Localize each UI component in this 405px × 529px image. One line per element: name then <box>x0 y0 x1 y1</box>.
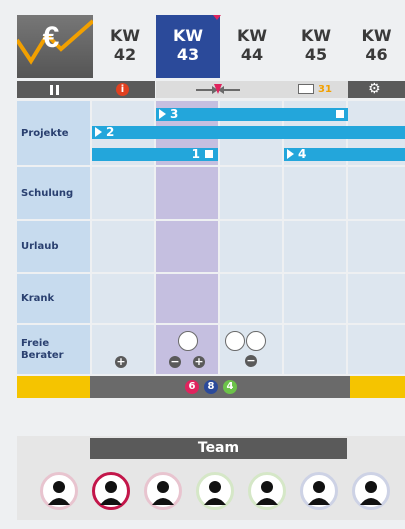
week-header-44[interactable]: KW 44 <box>220 15 284 78</box>
info-button[interactable]: i <box>90 81 155 98</box>
cell[interactable] <box>284 167 346 219</box>
logo-symbol: € <box>43 21 60 54</box>
cell[interactable] <box>220 167 282 219</box>
team-member-avatar[interactable] <box>92 472 130 510</box>
project-bar-4[interactable]: 4 <box>284 148 405 161</box>
cell[interactable] <box>348 221 405 272</box>
status-bar-right <box>350 376 405 398</box>
cell[interactable] <box>348 274 405 323</box>
count-badge: 4 <box>223 380 237 394</box>
week-header-43[interactable]: KW 43 <box>156 15 220 78</box>
week-header-45[interactable]: KW 45 <box>284 15 348 78</box>
euro-trend-icon: € <box>17 19 93 65</box>
row-label-freie-berater: Freie Berater <box>17 325 90 374</box>
free-slot-circle[interactable] <box>178 331 198 351</box>
navigate-button[interactable] <box>156 81 284 98</box>
add-icon[interactable]: + <box>193 356 205 368</box>
cell[interactable] <box>220 221 282 272</box>
week-header-42[interactable]: KW 42 <box>93 15 157 78</box>
team-member-avatar[interactable] <box>40 472 78 510</box>
cell[interactable] <box>284 221 346 272</box>
arrows-converge-icon <box>196 84 240 94</box>
settings-button[interactable]: ⚙ <box>348 81 405 98</box>
cell[interactable] <box>92 274 154 323</box>
status-bar-left <box>17 376 90 398</box>
free-slot-circle[interactable] <box>246 331 266 351</box>
row-label-krank: Krank <box>17 274 90 323</box>
cell[interactable] <box>156 274 218 323</box>
pause-button[interactable] <box>17 81 90 98</box>
pause-icon <box>50 85 53 95</box>
project-bar-1[interactable]: 1 <box>92 148 218 161</box>
row-label-urlaub: Urlaub <box>17 221 90 272</box>
cell[interactable] <box>348 167 405 219</box>
row-label-projekte: Projekte <box>17 101 90 165</box>
week-header-46[interactable]: KW 46 <box>348 15 405 78</box>
cell[interactable] <box>284 325 346 374</box>
calendar-badge: 31 <box>318 84 332 95</box>
cell[interactable] <box>284 274 346 323</box>
counts-bar <box>90 376 350 398</box>
team-title: Team <box>90 438 347 459</box>
cell[interactable] <box>348 325 405 374</box>
team-member-avatar[interactable] <box>352 472 390 510</box>
count-badge: 8 <box>204 380 218 394</box>
cell[interactable] <box>220 274 282 323</box>
cell[interactable] <box>156 221 218 272</box>
gear-icon: ⚙ <box>368 81 381 97</box>
mail-icon <box>298 84 314 94</box>
team-member-avatar[interactable] <box>300 472 338 510</box>
team-member-avatar[interactable] <box>144 472 182 510</box>
remove-icon[interactable]: − <box>169 356 181 368</box>
remove-icon[interactable]: − <box>245 355 257 367</box>
team-member-avatar[interactable] <box>248 472 286 510</box>
count-badge: 6 <box>185 380 199 394</box>
info-icon: i <box>116 83 129 96</box>
row-label-schulung: Schulung <box>17 167 90 219</box>
project-bar-2[interactable]: 2 <box>92 126 405 139</box>
mail-button[interactable]: 31 <box>284 81 348 98</box>
add-icon[interactable]: + <box>115 356 127 368</box>
cell[interactable] <box>92 167 154 219</box>
project-bar-3[interactable]: 3 <box>156 108 348 121</box>
logo: € <box>17 15 93 78</box>
team-member-avatar[interactable] <box>196 472 234 510</box>
current-week-marker <box>213 15 221 20</box>
free-slot-circle[interactable] <box>225 331 245 351</box>
cell[interactable] <box>156 167 218 219</box>
cell[interactable] <box>92 221 154 272</box>
